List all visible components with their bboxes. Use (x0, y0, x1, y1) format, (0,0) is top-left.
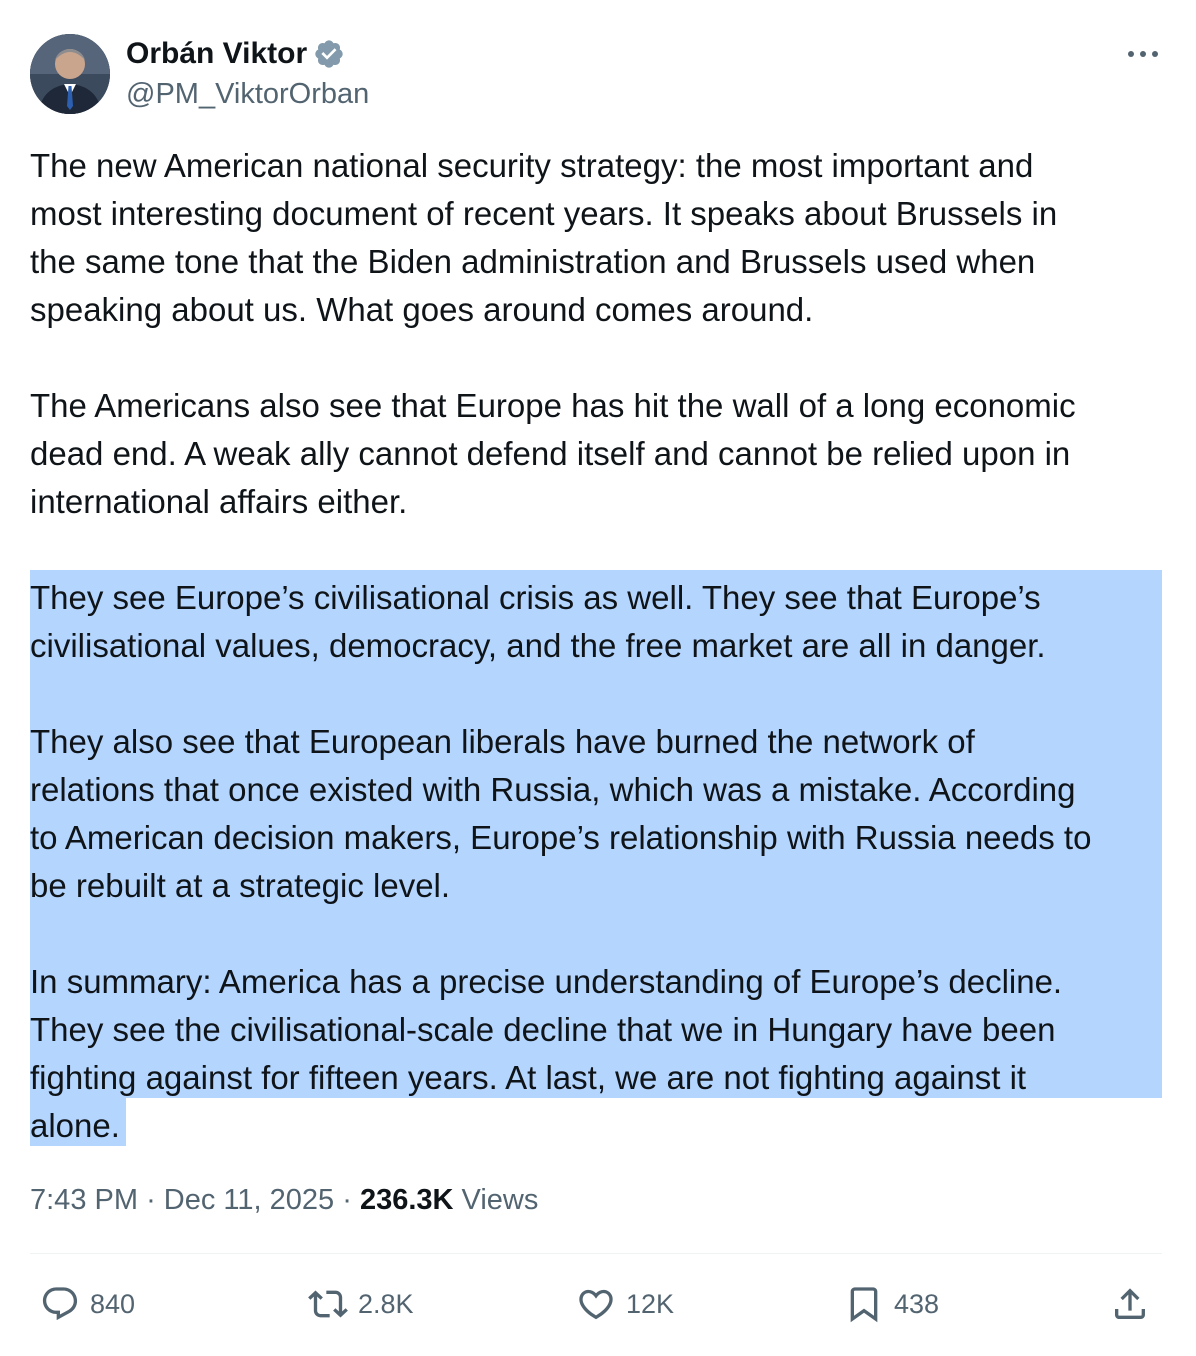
verified-badge-icon[interactable] (313, 38, 345, 70)
avatar-portrait (30, 34, 110, 114)
meta-separator: · (146, 1184, 156, 1216)
like-count: 12K (626, 1288, 675, 1319)
views-count: 236.3K (359, 1184, 454, 1216)
tweet-paragraph-selected: In summary: America has a precise unders… (30, 963, 1063, 1144)
share-upload-icon (1115, 1288, 1145, 1319)
like-button[interactable]: 12K (576, 1283, 674, 1325)
repost-count: 2.8K (358, 1288, 414, 1319)
tweet-date[interactable]: Dec 11, 2025 (164, 1184, 334, 1216)
bookmark-icon (850, 1287, 878, 1323)
tweet-paragraph-selected: They see Europe’s civilisational crisis … (30, 579, 1046, 664)
divider (30, 1253, 1162, 1254)
views-label: Views (461, 1184, 539, 1216)
heart-icon (579, 1289, 613, 1320)
repost-arrows-icon (308, 1290, 348, 1318)
reply-bubble-icon (42, 1287, 78, 1321)
tweet-text: The new American national security strat… (30, 142, 1170, 1150)
author-name-text: Orbán Viktor (126, 37, 308, 70)
tweet-meta: 7:43 PM · Dec 11, 2025 · 236.3K Views (30, 1180, 538, 1220)
meta-separator: · (342, 1184, 352, 1216)
author-name[interactable]: Orbán Viktor (126, 36, 345, 72)
tweet-paragraph: The new American national security strat… (30, 147, 1058, 328)
tweet-paragraph-selected: They also see that European liberals hav… (30, 723, 1092, 904)
more-dots-icon[interactable] (1124, 40, 1164, 68)
tweet-paragraph: The Americans also see that Europe has h… (30, 387, 1076, 520)
bookmark-button[interactable]: 438 (844, 1283, 939, 1325)
bookmark-count: 438 (894, 1288, 940, 1319)
repost-button[interactable]: 2.8K (308, 1283, 414, 1325)
reply-count: 840 (90, 1288, 136, 1319)
author-handle[interactable]: @PM_ViktorOrban (126, 76, 369, 112)
reply-button[interactable]: 840 (40, 1283, 135, 1325)
tweet: Orbán Viktor @PM_ViktorOrban The new Ame… (0, 0, 1196, 1356)
tweet-time[interactable]: 7:43 PM (30, 1184, 138, 1216)
avatar[interactable] (30, 34, 110, 114)
share-button[interactable] (1110, 1283, 1150, 1325)
